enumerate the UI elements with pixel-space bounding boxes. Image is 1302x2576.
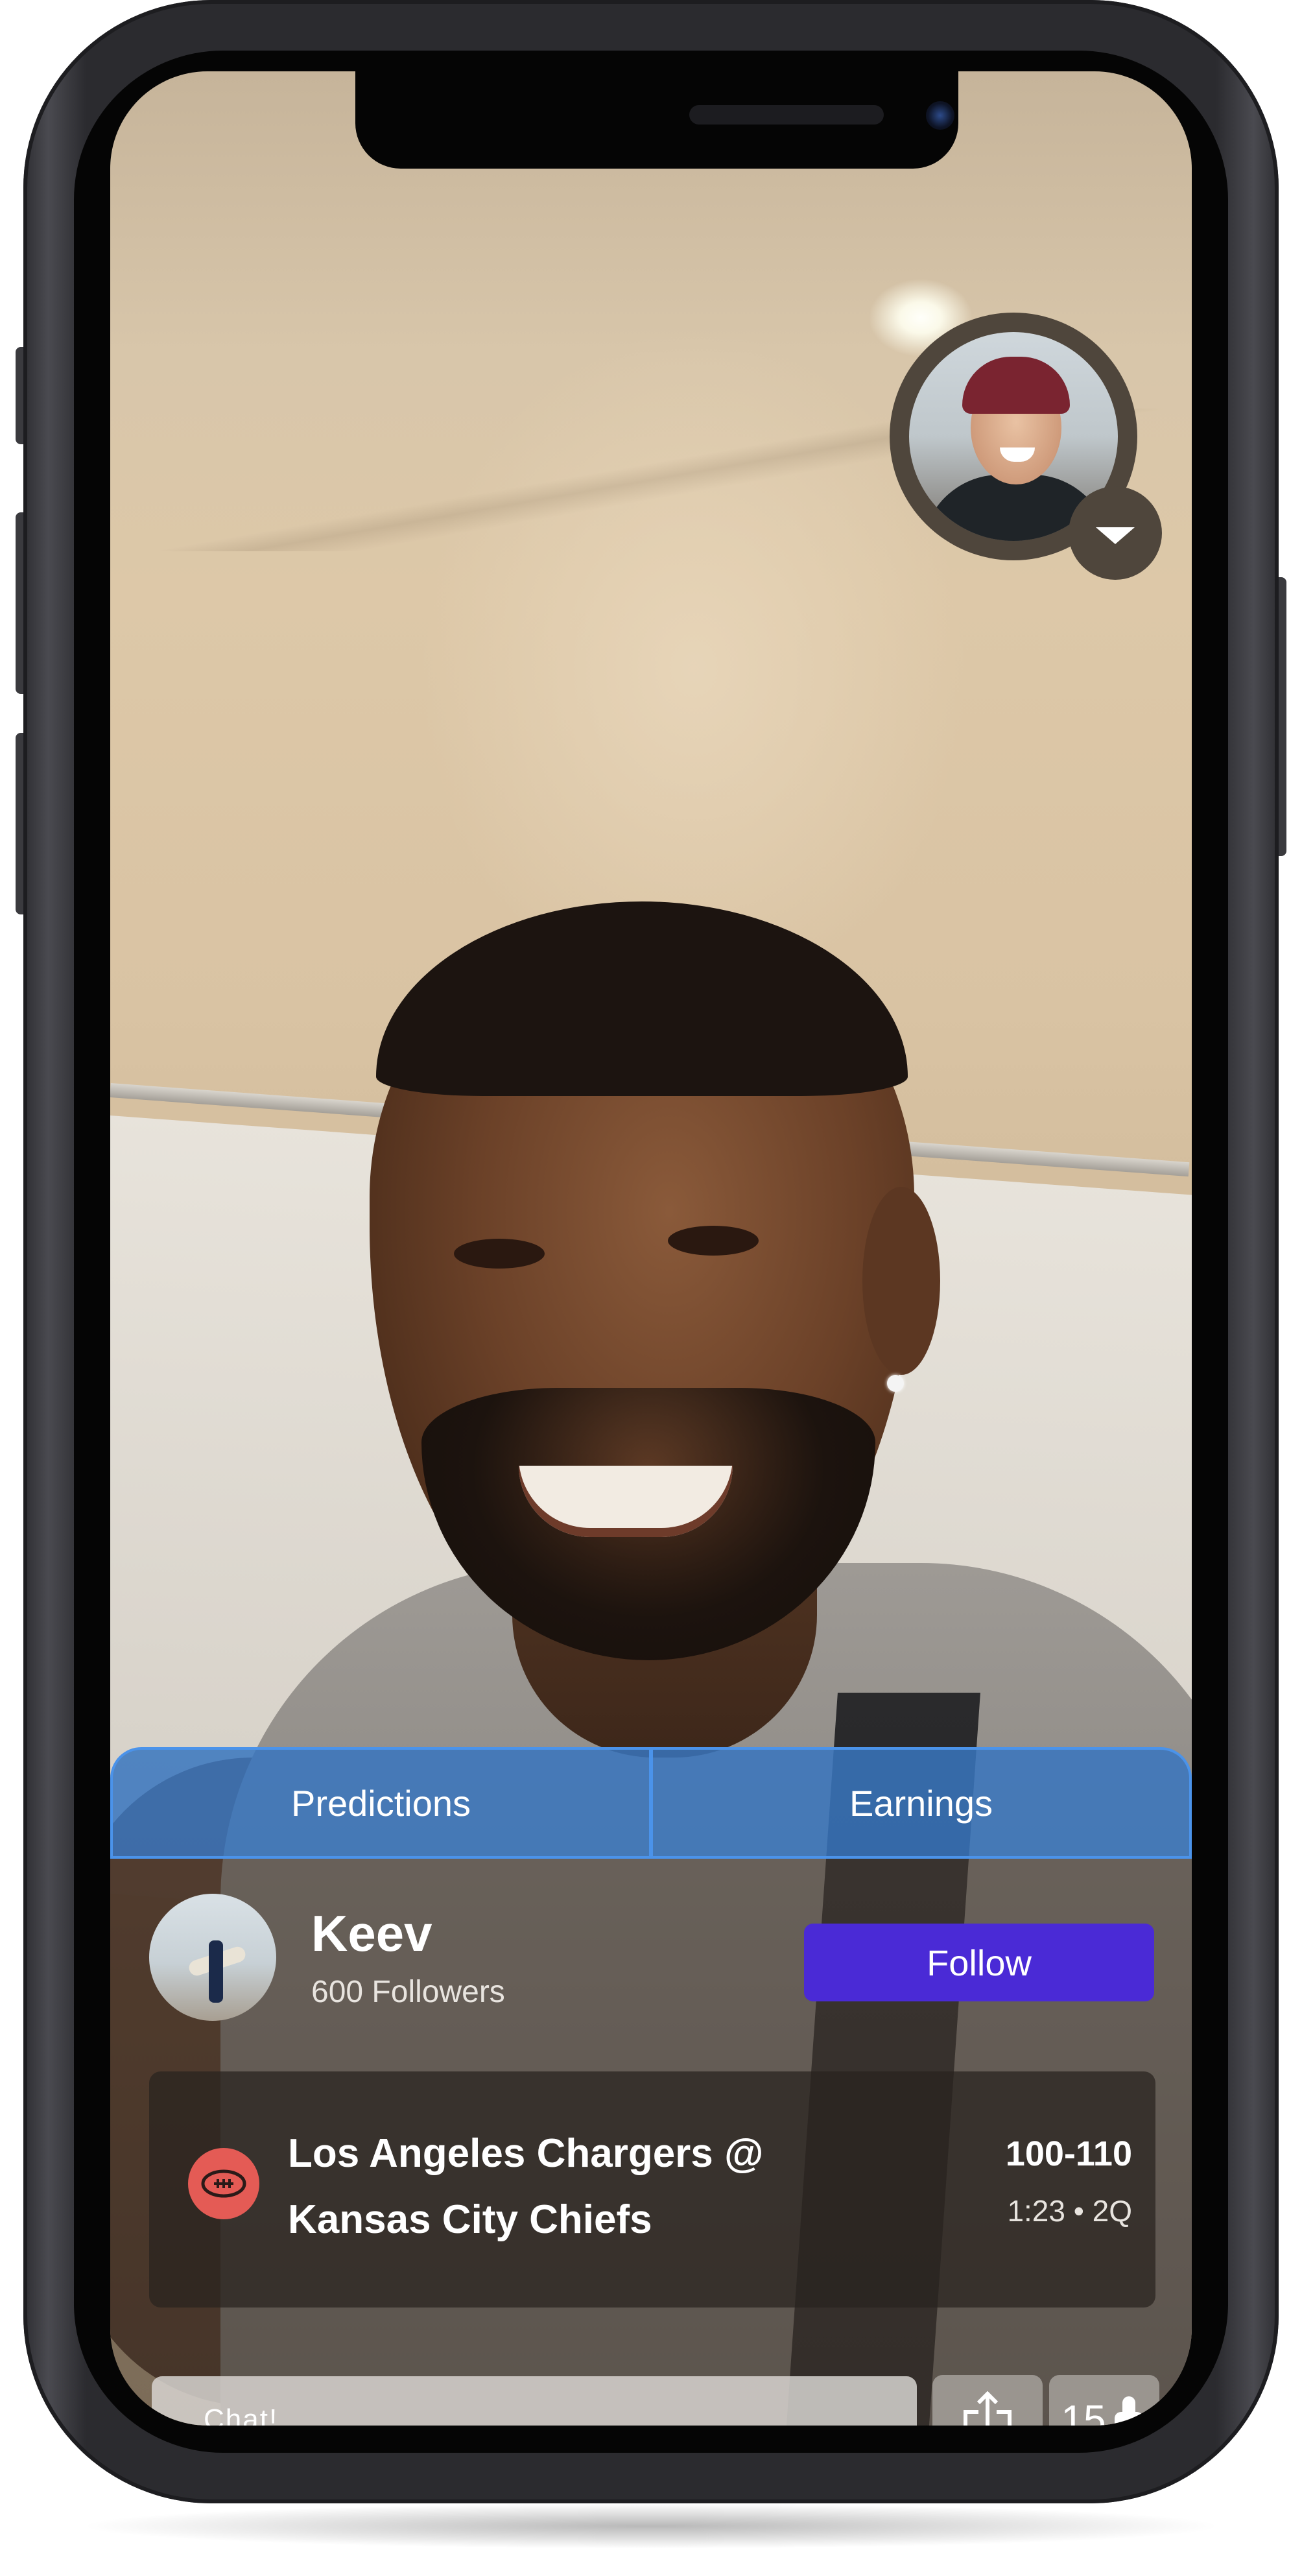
- caller-hair: [376, 901, 908, 1096]
- avatar[interactable]: [149, 1894, 276, 2021]
- tab-predictions[interactable]: Predictions: [110, 1747, 651, 1859]
- share-button[interactable]: [932, 2375, 1043, 2426]
- football-icon: [188, 2148, 259, 2219]
- likes-count: 15: [1061, 2397, 1106, 2426]
- follow-button[interactable]: Follow: [804, 1924, 1154, 2001]
- follower-count: 600 Followers: [311, 1975, 505, 2009]
- game-clock: 1:23 • 2Q: [1007, 2194, 1132, 2228]
- thumbs-up-icon: [1115, 2396, 1144, 2426]
- front-camera: [926, 101, 954, 130]
- caller-earring: [887, 1375, 904, 1392]
- likes-button[interactable]: 15: [1049, 2375, 1159, 2426]
- chevron-down-icon: [1096, 527, 1135, 544]
- video-call-screen: Predictions Earnings Keev 600 Followers …: [110, 71, 1192, 2426]
- game-matchup: Los Angeles Chargers @ Kansas City Chief…: [288, 2121, 820, 2253]
- phone-shadow: [78, 2503, 1224, 2549]
- panel-tabs: Predictions Earnings: [110, 1747, 1192, 1859]
- pip-collapse-button[interactable]: [1069, 486, 1162, 580]
- game-card[interactable]: Los Angeles Chargers @ Kansas City Chief…: [149, 2071, 1155, 2308]
- caller-right-eye: [668, 1226, 759, 1256]
- phone-notch: [355, 71, 958, 169]
- caller-left-eye: [454, 1239, 545, 1269]
- stream-info-panel: Keev 600 Followers Follow Los Angeles Ch…: [110, 1859, 1192, 2426]
- caller-ear: [862, 1187, 940, 1375]
- matchup-line-2: Kansas City Chiefs: [288, 2197, 652, 2242]
- share-icon: [964, 2391, 1012, 2426]
- chat-input[interactable]: [152, 2376, 917, 2426]
- matchup-line-1: Los Angeles Chargers @: [288, 2131, 764, 2176]
- self-view-beanie: [962, 357, 1070, 414]
- streamer-name[interactable]: Keev: [311, 1904, 432, 1963]
- earpiece-speaker: [689, 105, 884, 125]
- avatar-surfer: [209, 1940, 223, 2003]
- tab-earnings[interactable]: Earnings: [651, 1747, 1192, 1859]
- game-score: 100-110: [1005, 2134, 1132, 2173]
